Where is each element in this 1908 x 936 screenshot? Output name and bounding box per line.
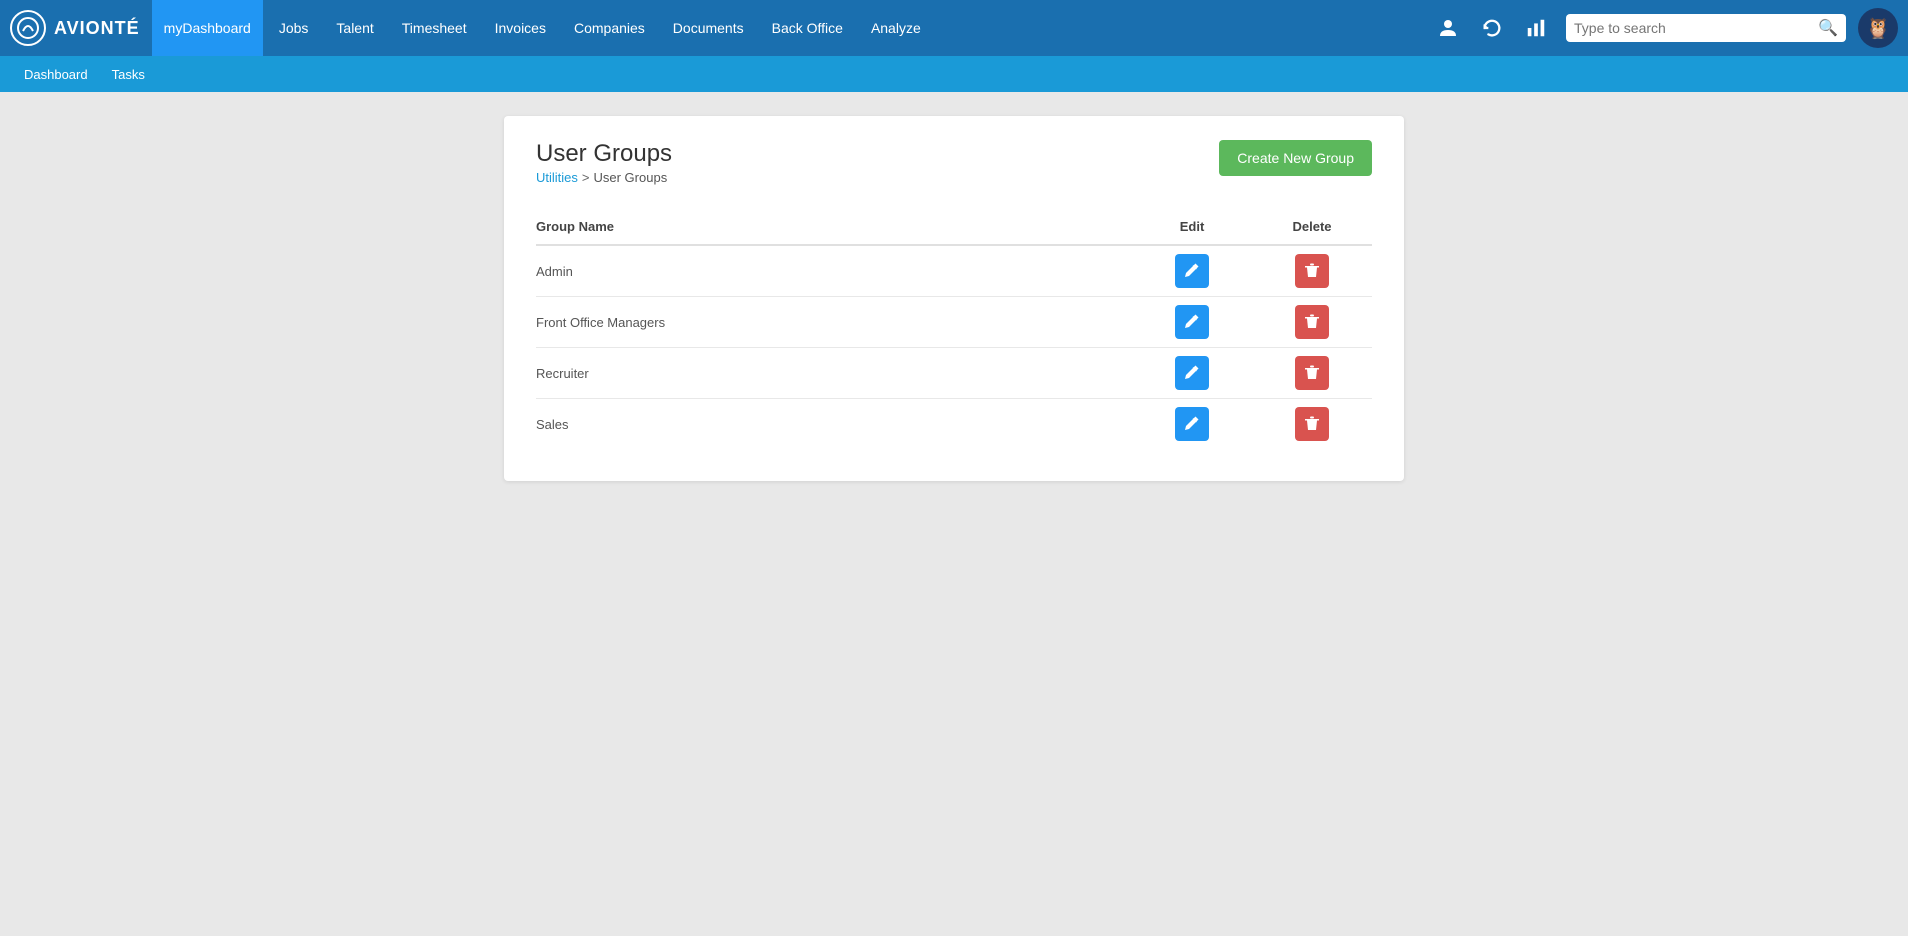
create-new-group-button[interactable]: Create New Group [1219, 140, 1372, 176]
nav-item-timesheet[interactable]: Timesheet [390, 0, 479, 56]
edit-action-recruiter [1132, 356, 1252, 390]
edit-icon [1184, 262, 1200, 281]
trash-icon [1304, 313, 1320, 332]
delete-action-admin [1252, 254, 1372, 288]
delete-button-recruiter[interactable] [1295, 356, 1329, 390]
delete-action-sales [1252, 407, 1372, 441]
edit-icon [1184, 415, 1200, 434]
nav-item-backoffice[interactable]: Back Office [760, 0, 855, 56]
edit-icon [1184, 364, 1200, 383]
breadcrumb-current: User Groups [594, 170, 668, 185]
search-input[interactable] [1574, 20, 1818, 36]
refresh-icon[interactable] [1474, 10, 1510, 46]
table-row: Sales [536, 399, 1372, 449]
trash-icon [1304, 364, 1320, 383]
nav-icon-group [1430, 10, 1554, 46]
page-title: User Groups [536, 140, 672, 168]
sub-navigation: Dashboard Tasks [0, 56, 1908, 92]
breadcrumb-separator: > [582, 170, 590, 185]
user-profile-icon[interactable] [1430, 10, 1466, 46]
trash-icon [1304, 262, 1320, 281]
nav-item-talent[interactable]: Talent [324, 0, 385, 56]
group-name-front-office: Front Office Managers [536, 315, 1132, 330]
table-header: Group Name Edit Delete [536, 209, 1372, 246]
col-header-group-name: Group Name [536, 219, 1132, 234]
delete-action-recruiter [1252, 356, 1372, 390]
delete-button-front-office[interactable] [1295, 305, 1329, 339]
delete-action-front-office [1252, 305, 1372, 339]
delete-button-sales[interactable] [1295, 407, 1329, 441]
table-row: Front Office Managers [536, 297, 1372, 348]
edit-action-admin [1132, 254, 1252, 288]
search-bar[interactable]: 🔍 [1566, 14, 1846, 42]
subnav-item-dashboard[interactable]: Dashboard [14, 56, 98, 92]
analytics-icon[interactable] [1518, 10, 1554, 46]
col-header-delete: Delete [1252, 219, 1372, 234]
trash-icon [1304, 415, 1320, 434]
page-title-area: User Groups Utilities > User Groups [536, 140, 672, 185]
nav-item-mydashboard[interactable]: myDashboard [152, 0, 263, 56]
breadcrumb: Utilities > User Groups [536, 170, 672, 185]
owl-icon[interactable]: 🦉 [1858, 8, 1898, 48]
logo-icon [10, 10, 46, 46]
col-header-edit: Edit [1132, 219, 1252, 234]
edit-button-admin[interactable] [1175, 254, 1209, 288]
subnav-item-tasks[interactable]: Tasks [102, 56, 155, 92]
group-name-admin: Admin [536, 264, 1132, 279]
group-name-recruiter: Recruiter [536, 366, 1132, 381]
logo-text: AVIONTÉ [54, 18, 140, 39]
main-content: User Groups Utilities > User Groups Crea… [0, 92, 1908, 505]
nav-item-jobs[interactable]: Jobs [267, 0, 321, 56]
user-groups-card: User Groups Utilities > User Groups Crea… [504, 116, 1404, 481]
edit-button-recruiter[interactable] [1175, 356, 1209, 390]
table-row: Recruiter [536, 348, 1372, 399]
page-header: User Groups Utilities > User Groups Crea… [536, 140, 1372, 185]
nav-item-documents[interactable]: Documents [661, 0, 756, 56]
edit-button-front-office[interactable] [1175, 305, 1209, 339]
nav-item-companies[interactable]: Companies [562, 0, 657, 56]
search-icon[interactable]: 🔍 [1818, 18, 1838, 38]
logo[interactable]: AVIONTÉ [10, 10, 140, 46]
group-name-sales: Sales [536, 417, 1132, 432]
user-groups-table: Group Name Edit Delete Admin [536, 209, 1372, 449]
breadcrumb-utilities-link[interactable]: Utilities [536, 170, 578, 185]
edit-button-sales[interactable] [1175, 407, 1209, 441]
table-row: Admin [536, 246, 1372, 297]
top-navigation: AVIONTÉ myDashboard Jobs Talent Timeshee… [0, 0, 1908, 56]
nav-item-analyze[interactable]: Analyze [859, 0, 933, 56]
edit-action-sales [1132, 407, 1252, 441]
edit-action-front-office [1132, 305, 1252, 339]
delete-button-admin[interactable] [1295, 254, 1329, 288]
nav-item-invoices[interactable]: Invoices [483, 0, 558, 56]
edit-icon [1184, 313, 1200, 332]
